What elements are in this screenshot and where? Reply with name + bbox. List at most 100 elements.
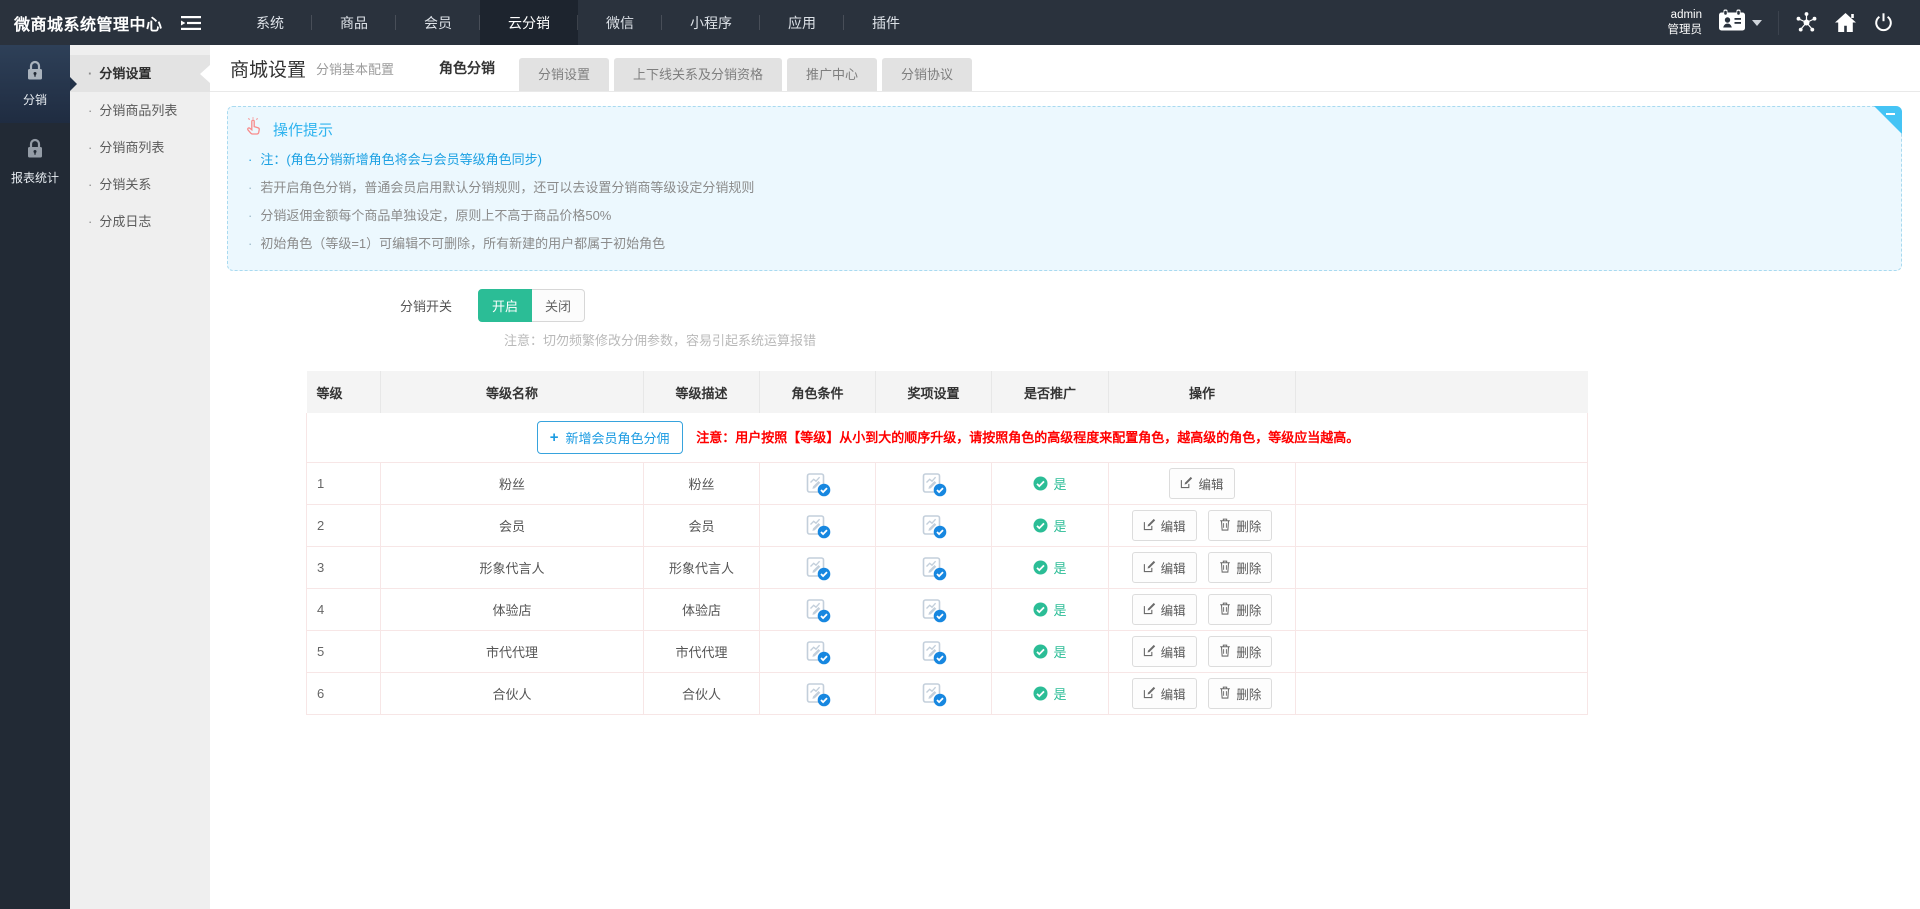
page-subtitle: 分销基本配置: [316, 59, 394, 78]
role-condition-configured-icon[interactable]: [805, 513, 831, 539]
nav-item-plugins[interactable]: 插件: [844, 0, 928, 45]
rail-item-label: 分销: [23, 91, 47, 108]
role-condition-configured-icon[interactable]: [805, 471, 831, 497]
col-award-setting: 奖项设置: [876, 371, 992, 413]
award-setting-configured-icon[interactable]: [921, 471, 947, 497]
level-desc-cell: 会员: [644, 505, 760, 547]
pencil-icon: [1143, 644, 1156, 660]
delete-button[interactable]: 删除: [1208, 636, 1272, 667]
nav-item-distribution[interactable]: 云分销: [480, 0, 578, 45]
award-setting-cell: [876, 463, 992, 505]
edit-button[interactable]: 编辑: [1132, 510, 1197, 541]
role-condition-cell: [760, 631, 876, 673]
role-condition-cell: [760, 547, 876, 589]
level-cell: 5: [307, 631, 381, 673]
trash-icon: [1219, 518, 1231, 534]
sidebar-collapse-icon[interactable]: [181, 15, 201, 31]
role-condition-configured-icon[interactable]: [805, 681, 831, 707]
level-desc-cell: 合伙人: [644, 673, 760, 715]
role-condition-configured-icon[interactable]: [805, 639, 831, 665]
nav-item-goods[interactable]: 商品: [312, 0, 396, 45]
nav-item-system[interactable]: 系统: [228, 0, 312, 45]
sidebar-item-distribution-relations[interactable]: 分销关系: [70, 166, 210, 203]
plus-icon: +: [550, 430, 559, 445]
tab-distribution-agreement[interactable]: 分销协议: [882, 58, 972, 91]
tips-collapse-button[interactable]: [1874, 106, 1902, 134]
check-circle-icon: [1033, 686, 1048, 701]
role-condition-cell: [760, 505, 876, 547]
user-name: admin: [1668, 8, 1703, 23]
network-share-icon[interactable]: [1795, 11, 1818, 34]
col-level-name: 等级名称: [381, 371, 644, 413]
app-title: 微商城系统管理中心: [14, 11, 163, 35]
pencil-icon: [1143, 518, 1156, 534]
col-operations: 操作: [1109, 371, 1296, 413]
promote-cell: 是: [992, 673, 1109, 715]
role-condition-cell: [760, 589, 876, 631]
award-setting-configured-icon[interactable]: [921, 513, 947, 539]
sidebar-item-distributor-list[interactable]: 分销商列表: [70, 129, 210, 166]
switch-on-button[interactable]: 开启: [478, 289, 532, 322]
sidebar-item-distribution-goods[interactable]: 分销商品列表: [70, 92, 210, 129]
table-header-row: 等级 等级名称 等级描述 角色条件 奖项设置 是否推广 操作: [307, 371, 1588, 413]
pointing-hand-icon: [244, 117, 264, 141]
rail-item-distribution[interactable]: 分销: [0, 45, 70, 123]
tab-distribution-settings[interactable]: 分销设置: [519, 58, 609, 91]
switch-off-button[interactable]: 关闭: [532, 289, 585, 322]
delete-button[interactable]: 删除: [1208, 594, 1272, 625]
ops-cell: 编辑: [1109, 463, 1296, 505]
check-circle-icon: [1033, 518, 1048, 533]
id-card-icon: [1718, 9, 1746, 37]
check-circle-icon: [1033, 560, 1048, 575]
nav-item-apps[interactable]: 应用: [760, 0, 844, 45]
home-icon[interactable]: [1834, 12, 1857, 33]
topbar-divider: [1778, 11, 1779, 35]
tab-promotion-center[interactable]: 推广中心: [787, 58, 877, 91]
sidebar-item-distribution-settings[interactable]: 分销设置: [70, 55, 210, 92]
edit-button[interactable]: 编辑: [1132, 594, 1197, 625]
col-empty: [1296, 371, 1588, 413]
level-cell: 6: [307, 673, 381, 715]
edit-button[interactable]: 编辑: [1132, 678, 1197, 709]
award-setting-configured-icon[interactable]: [921, 555, 947, 581]
check-circle-icon: [1033, 644, 1048, 659]
delete-button[interactable]: 删除: [1208, 552, 1272, 583]
delete-button[interactable]: 删除: [1208, 678, 1272, 709]
table-row: 4 体验店 体验店 是 编: [307, 589, 1588, 631]
nav-item-wechat[interactable]: 微信: [578, 0, 662, 45]
level-desc-cell: 市代代理: [644, 631, 760, 673]
edit-button[interactable]: 编辑: [1132, 636, 1197, 667]
add-role-button[interactable]: + 新增会员角色分佣: [537, 421, 683, 454]
level-cell: 2: [307, 505, 381, 547]
empty-cell: [1296, 589, 1588, 631]
check-circle-icon: [1033, 476, 1048, 491]
empty-cell: [1296, 505, 1588, 547]
tab-role-distribution[interactable]: 角色分销: [420, 45, 514, 91]
tip-line: 分销返佣金额每个商品单独设定，原则上不高于商品价格50%: [244, 202, 1857, 230]
chevron-down-icon: [1752, 20, 1762, 26]
level-name-cell: 市代代理: [381, 631, 644, 673]
nav-item-miniprogram[interactable]: 小程序: [662, 0, 760, 45]
role-condition-configured-icon[interactable]: [805, 555, 831, 581]
award-setting-configured-icon[interactable]: [921, 639, 947, 665]
check-circle-icon: [1033, 602, 1048, 617]
tips-title: 操作提示: [273, 119, 333, 140]
empty-cell: [1296, 463, 1588, 505]
edit-button[interactable]: 编辑: [1169, 468, 1234, 499]
award-setting-configured-icon[interactable]: [921, 681, 947, 707]
rail-item-report-stats[interactable]: 报表统计: [0, 123, 70, 201]
tip-line: 若开启角色分销，普通会员启用默认分销规则，还可以去设置分销商等级设定分销规则: [244, 174, 1857, 202]
user-role: 管理员: [1668, 23, 1703, 38]
empty-cell: [1296, 547, 1588, 589]
profile-menu[interactable]: [1718, 9, 1762, 37]
role-condition-configured-icon[interactable]: [805, 597, 831, 623]
col-level-desc: 等级描述: [644, 371, 760, 413]
tab-updown-relations[interactable]: 上下线关系及分销资格: [614, 58, 782, 91]
delete-button[interactable]: 删除: [1208, 510, 1272, 541]
nav-item-members[interactable]: 会员: [396, 0, 480, 45]
power-icon[interactable]: [1873, 12, 1894, 33]
sidebar-item-commission-log[interactable]: 分成日志: [70, 203, 210, 240]
award-setting-configured-icon[interactable]: [921, 597, 947, 623]
edit-button[interactable]: 编辑: [1132, 552, 1197, 583]
promote-cell: 是: [992, 505, 1109, 547]
